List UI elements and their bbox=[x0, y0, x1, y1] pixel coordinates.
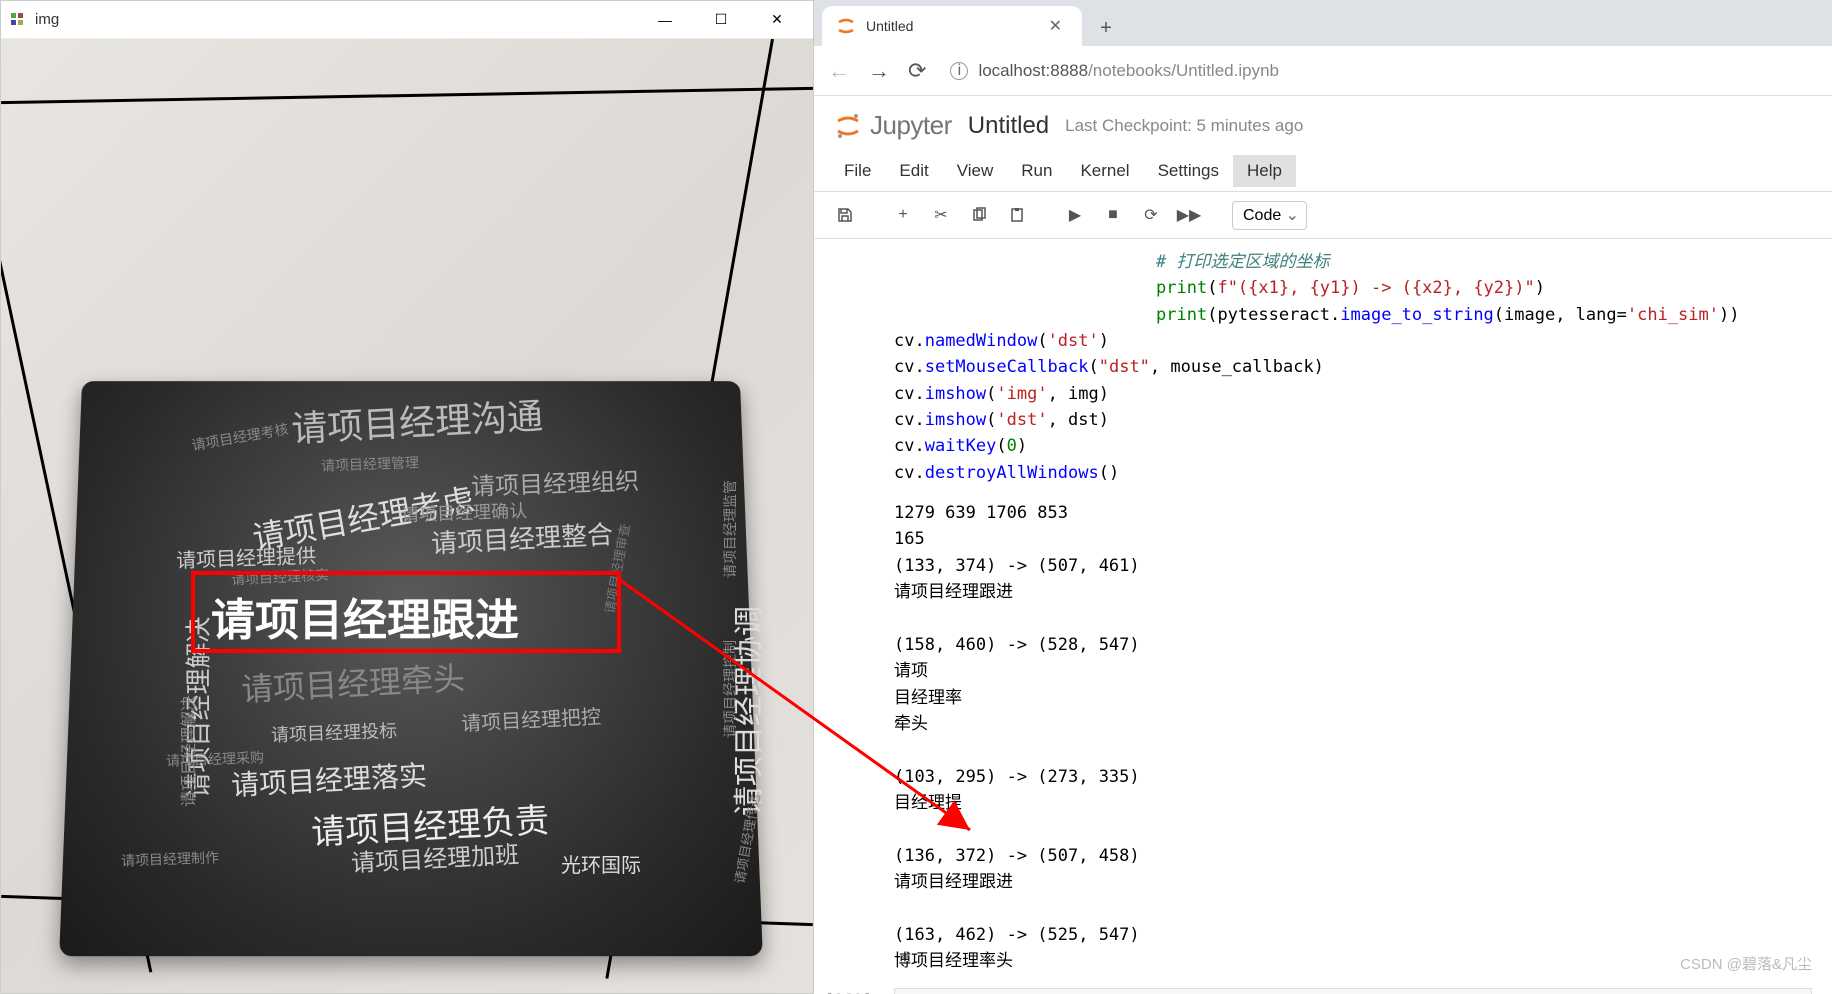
tab-close-icon[interactable]: ✕ bbox=[1043, 14, 1068, 38]
url-field[interactable]: i localhost:8888/notebooks/Untitled.ipyn… bbox=[944, 61, 1818, 81]
save-icon[interactable] bbox=[830, 200, 860, 230]
menu-bar: FileEditViewRunKernelSettingsHelp bbox=[814, 151, 1832, 192]
add-cell-icon[interactable]: + bbox=[888, 200, 918, 230]
site-info-icon[interactable]: i bbox=[950, 62, 968, 80]
cell-output: 1279 639 1706 853 165 (133, 374) -> (507… bbox=[894, 500, 1812, 974]
new-tab-button[interactable]: + bbox=[1088, 10, 1124, 46]
pad-text: 请项目经理解决 bbox=[175, 695, 199, 807]
pad-text: 请项目经理管理 bbox=[321, 452, 420, 475]
notebook-content[interactable]: # 打印选定区域的坐标 print(f"({x1}, {y1}) -> ({x2… bbox=[814, 239, 1832, 994]
menu-view[interactable]: View bbox=[943, 155, 1008, 187]
menu-edit[interactable]: Edit bbox=[885, 155, 942, 187]
cell-type-select[interactable]: Code bbox=[1232, 201, 1307, 230]
image-viewport[interactable]: 请项目经理沟通请项目经理考核请项目经理管理请项目经理组织请项目经理考虑请项目经理… bbox=[1, 39, 813, 993]
pad-text: 光环国际 bbox=[561, 849, 641, 878]
fast-forward-icon[interactable]: ▶▶ bbox=[1174, 200, 1204, 230]
pad-text: 请项目经理控制 bbox=[720, 640, 740, 738]
copy-icon[interactable] bbox=[964, 200, 994, 230]
maximize-button[interactable]: ☐ bbox=[693, 2, 749, 38]
opencv-app-icon bbox=[9, 11, 27, 29]
jupyter-logo-text: Jupyter bbox=[870, 110, 952, 141]
highlighted-text: 请项目经理跟进 bbox=[211, 584, 519, 648]
cut-icon[interactable]: ✂ bbox=[926, 200, 956, 230]
cell-prompt: [160]: bbox=[814, 988, 894, 994]
pad-text: 请项目经理监管 bbox=[720, 480, 740, 578]
jupyter-favicon bbox=[836, 16, 856, 36]
pad-text: 请项目经理制作 bbox=[121, 847, 220, 870]
browser-window: Untitled ✕ + ← → ⟳ i localhost:8888/note… bbox=[814, 0, 1832, 994]
notebook-name[interactable]: Untitled bbox=[968, 112, 1049, 140]
jupyter-header: Jupyter Untitled Last Checkpoint: 5 minu… bbox=[814, 96, 1832, 151]
watermark: CSDN @碧落&凡尘 bbox=[1680, 953, 1812, 974]
minimize-button[interactable]: — bbox=[637, 2, 693, 38]
menu-help[interactable]: Help bbox=[1233, 155, 1296, 187]
address-bar: ← → ⟳ i localhost:8888/notebooks/Untitle… bbox=[814, 46, 1832, 96]
jupyter-logo[interactable]: Jupyter bbox=[834, 110, 952, 141]
window-title: img bbox=[35, 11, 637, 28]
restart-icon[interactable]: ⟳ bbox=[1136, 200, 1166, 230]
close-button[interactable]: ✕ bbox=[749, 2, 805, 38]
window-controls: — ☐ ✕ bbox=[637, 2, 805, 38]
pad-text: 请项目经理组织 bbox=[470, 461, 639, 502]
checkpoint-text: Last Checkpoint: 5 minutes ago bbox=[1065, 116, 1303, 136]
browser-tab[interactable]: Untitled ✕ bbox=[822, 6, 1082, 46]
tab-bar: Untitled ✕ + bbox=[814, 0, 1832, 46]
run-icon[interactable]: ▶ bbox=[1060, 200, 1090, 230]
stop-icon[interactable]: ■ bbox=[1098, 200, 1128, 230]
code-cell[interactable]: [160]: [x for x in dir(cv) if x.startswi… bbox=[894, 988, 1812, 994]
code-cell-source: # 打印选定区域的坐标 print(f"({x1}, {y1}) -> ({x2… bbox=[894, 249, 1812, 486]
menu-run[interactable]: Run bbox=[1007, 155, 1066, 187]
tab-title: Untitled bbox=[866, 18, 1033, 34]
opencv-window: img — ☐ ✕ 请项目经理沟通请项目经理考核请项目经理管理请项目经理组织请项… bbox=[0, 0, 814, 994]
toolbar: + ✂ ▶ ■ ⟳ ▶▶ Code bbox=[814, 192, 1832, 239]
url-text: localhost:8888/notebooks/Untitled.ipynb bbox=[978, 61, 1279, 81]
cell-input[interactable]: [x for x in dir(cv) if x.startswith('EVE… bbox=[894, 988, 1812, 994]
jupyter-logo-icon bbox=[834, 112, 862, 140]
reload-button[interactable]: ⟳ bbox=[908, 58, 926, 84]
menu-settings[interactable]: Settings bbox=[1144, 155, 1233, 187]
menu-file[interactable]: File bbox=[830, 155, 885, 187]
paste-icon[interactable] bbox=[1002, 200, 1032, 230]
opencv-titlebar[interactable]: img — ☐ ✕ bbox=[1, 1, 813, 39]
forward-button[interactable]: → bbox=[868, 58, 890, 84]
back-button[interactable]: ← bbox=[828, 58, 850, 84]
pad-text: 请项目经理投标 bbox=[271, 717, 398, 747]
menu-kernel[interactable]: Kernel bbox=[1066, 155, 1143, 187]
